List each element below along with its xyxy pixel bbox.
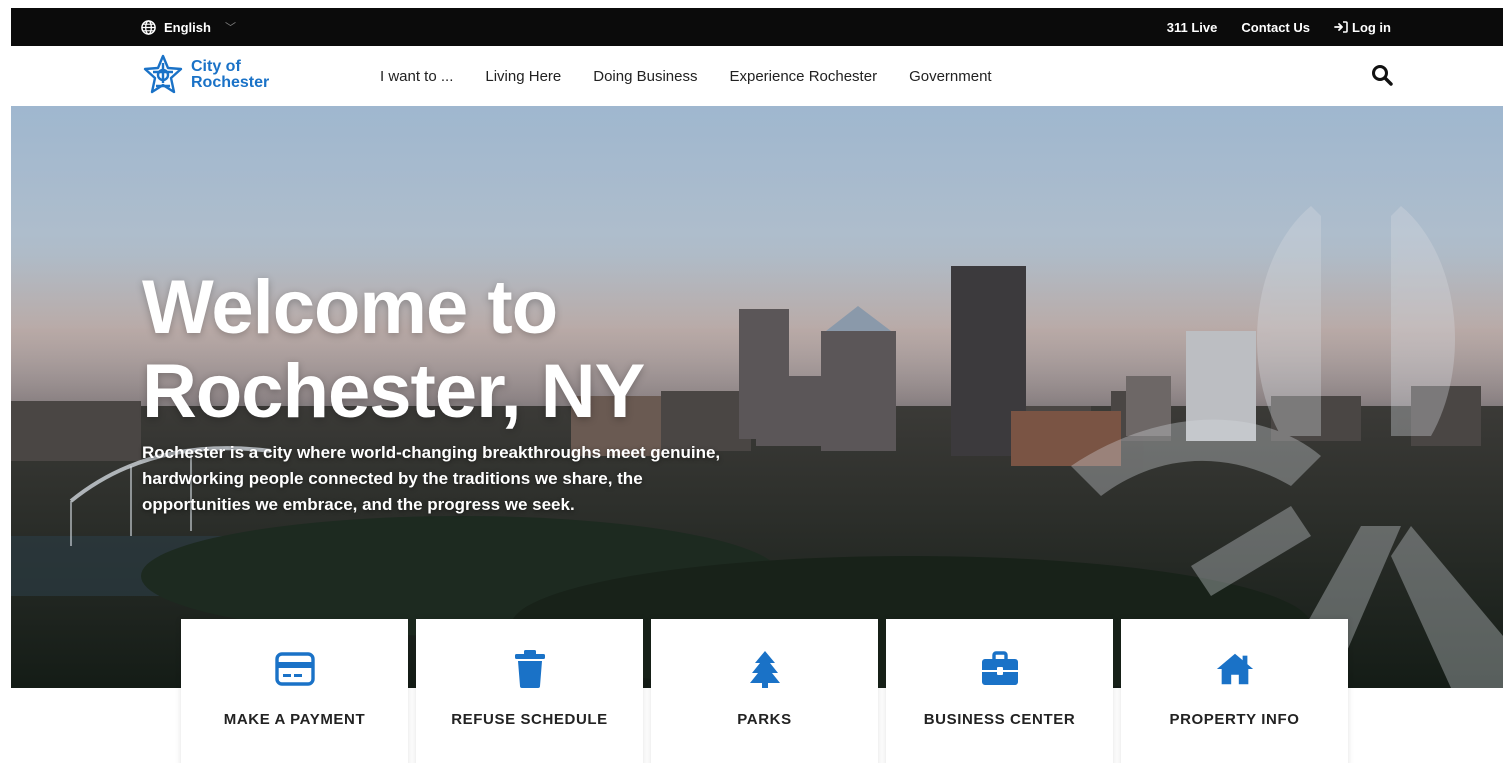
card-label: BUSINESS CENTER: [923, 711, 1076, 728]
city-logo[interactable]: City of Rochester: [141, 53, 269, 97]
logo-line-1: City of: [191, 58, 241, 75]
make-a-payment-card[interactable]: MAKE A PAYMENT: [181, 619, 408, 763]
nav-i-want-to[interactable]: I want to ...: [380, 68, 453, 85]
credit-card-icon: [274, 649, 315, 689]
page: English ﹀ 311 Live Contact Us Log in Cit…: [0, 0, 1503, 763]
login-label: Log in: [1352, 19, 1391, 35]
hero-banner: Welcome to Rochester, NY Rochester is a …: [11, 106, 1503, 688]
nav-experience-rochester[interactable]: Experience Rochester: [729, 68, 877, 85]
nav-doing-business[interactable]: Doing Business: [593, 68, 697, 85]
logo-line-2: Rochester: [191, 74, 270, 91]
utility-links: 311 Live Contact Us Log in: [1167, 8, 1391, 46]
search-button[interactable]: [1371, 64, 1395, 88]
hero-title-line-2: Rochester, NY: [142, 349, 645, 434]
card-label: MAKE A PAYMENT: [223, 711, 366, 728]
nav-government[interactable]: Government: [909, 68, 992, 85]
rochester-star-logo-icon: [143, 54, 183, 94]
language-selector[interactable]: English ﹀: [141, 8, 236, 46]
main-header: City of Rochester I want to ... Living H…: [11, 46, 1503, 106]
quick-links: MAKE A PAYMENT REFUSE SCHEDULE PARKS BUS…: [181, 619, 1348, 763]
globe-icon: [141, 19, 156, 35]
card-label: PARKS: [737, 711, 792, 728]
business-center-card[interactable]: BUSINESS CENTER: [886, 619, 1113, 763]
main-nav: I want to ... Living Here Doing Business…: [380, 46, 992, 106]
tree-icon: [745, 649, 785, 689]
login-link[interactable]: Log in: [1334, 20, 1391, 35]
logo-text: City of Rochester: [191, 59, 269, 91]
property-info-card[interactable]: PROPERTY INFO: [1121, 619, 1348, 763]
login-icon: [1334, 21, 1348, 33]
hero-title: Welcome to Rochester, NY: [142, 265, 645, 434]
language-label: English: [164, 19, 211, 35]
card-label: PROPERTY INFO: [1169, 711, 1300, 728]
parks-card[interactable]: PARKS: [651, 619, 878, 763]
utility-bar: English ﹀ 311 Live Contact Us Log in: [11, 8, 1503, 46]
hero-subtitle: Rochester is a city where world-changing…: [142, 443, 721, 514]
refuse-schedule-card[interactable]: REFUSE SCHEDULE: [416, 619, 643, 763]
house-icon: [1215, 649, 1255, 689]
briefcase-icon: [980, 649, 1020, 689]
trash-icon: [510, 649, 550, 689]
contact-us-link[interactable]: Contact Us: [1241, 20, 1310, 35]
card-label: REFUSE SCHEDULE: [451, 711, 608, 728]
hero-title-line-1: Welcome to: [142, 265, 558, 350]
chevron-down-icon: ﹀: [224, 22, 236, 34]
nav-living-here[interactable]: Living Here: [485, 68, 561, 85]
311-live-link[interactable]: 311 Live: [1167, 20, 1218, 35]
search-icon: [1372, 65, 1393, 86]
